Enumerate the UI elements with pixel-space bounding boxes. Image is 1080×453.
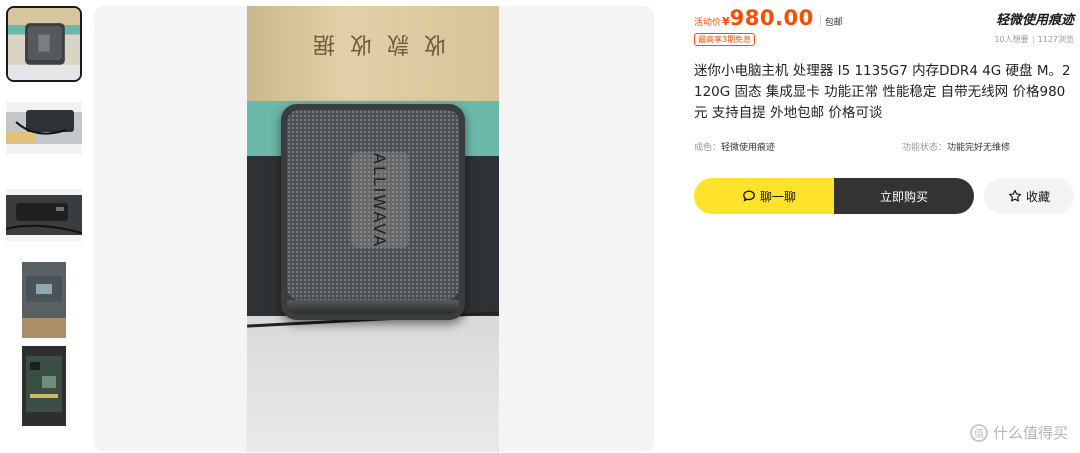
price-divider <box>819 15 821 25</box>
activity-price-label: 活动价 <box>694 18 722 28</box>
thumbnail-image <box>6 262 82 338</box>
action-bar: 聊一聊 立即购买 收藏 <box>694 178 1078 214</box>
thumbnail-1[interactable] <box>6 6 82 82</box>
receipt-paper: 收 款 收 据 <box>247 6 499 102</box>
star-icon <box>1008 189 1022 203</box>
buy-now-label: 立即购买 <box>879 189 928 204</box>
device-logo-plate: ALLIWAVA <box>351 152 409 248</box>
product-title: 迷你小电脑主机 处理器 I5 1135G7 内存DDR4 4G 硬盘 M。2 1… <box>694 63 1071 121</box>
thumbnail-5[interactable] <box>6 346 82 426</box>
favorite-button[interactable]: 收藏 <box>984 178 1074 214</box>
shipping-label: 包邮 <box>824 18 843 28</box>
device-logo-text: ALLIWAVA <box>370 152 390 248</box>
chat-bubble-icon <box>742 189 756 203</box>
watermark-text: 什么值得买 <box>992 424 1068 442</box>
buy-now-button[interactable]: 立即购买 <box>834 178 974 214</box>
site-watermark: 值 什么值得买 <box>969 422 1068 443</box>
background-surface <box>247 316 499 452</box>
installment-tag: 最高享3期免息 <box>694 33 756 46</box>
attribute-key: 成色： <box>694 143 722 153</box>
mini-pc-device: ALLIWAVA <box>281 104 465 320</box>
thumbnail-image <box>6 102 82 154</box>
device-base-band <box>287 300 459 314</box>
currency-symbol: ¥ <box>722 15 730 28</box>
attribute-value: 轻微使用痕迹 <box>721 143 776 153</box>
attribute-condition: 成色：轻微使用痕迹 <box>694 140 775 153</box>
main-image-frame: 收 款 收 据 ALLIWAVA <box>94 6 654 452</box>
attribute-value: 功能完好无维修 <box>947 143 1011 153</box>
attribute-key: 功能状态： <box>902 143 948 153</box>
receipt-text: 收 款 收 据 <box>309 31 446 56</box>
price-value: 980.00 <box>729 6 814 30</box>
thumbnail-image <box>6 346 82 426</box>
wants-count: 10人想要 <box>994 35 1029 44</box>
chat-button-label: 聊一聊 <box>759 189 796 204</box>
views-count: 1127浏览 <box>1037 35 1074 44</box>
main-product-photo[interactable]: 收 款 收 据 ALLIWAVA <box>247 6 499 452</box>
attribute-function-status: 功能状态：功能完好无维修 <box>902 140 1010 153</box>
popularity-stats: 10人想要 1127浏览 <box>994 34 1074 45</box>
thumbnail-image <box>6 189 82 241</box>
condition-badge: 轻微使用痕迹 <box>995 9 1075 28</box>
thumbnail-3[interactable] <box>6 189 82 241</box>
device-top-mesh: ALLIWAVA <box>287 110 459 300</box>
favorite-button-label: 收藏 <box>1025 189 1050 204</box>
stats-divider <box>1032 35 1034 44</box>
thumbnail-image <box>8 8 80 80</box>
thumbnail-4[interactable] <box>6 262 82 338</box>
thumbnail-2[interactable] <box>6 102 82 154</box>
chat-button[interactable]: 聊一聊 <box>694 178 844 214</box>
price-row: 活动价 ¥ 980.00 包邮 <box>694 6 843 32</box>
watermark-logo-icon: 值 <box>969 423 989 443</box>
svg-text:值: 值 <box>974 427 984 440</box>
